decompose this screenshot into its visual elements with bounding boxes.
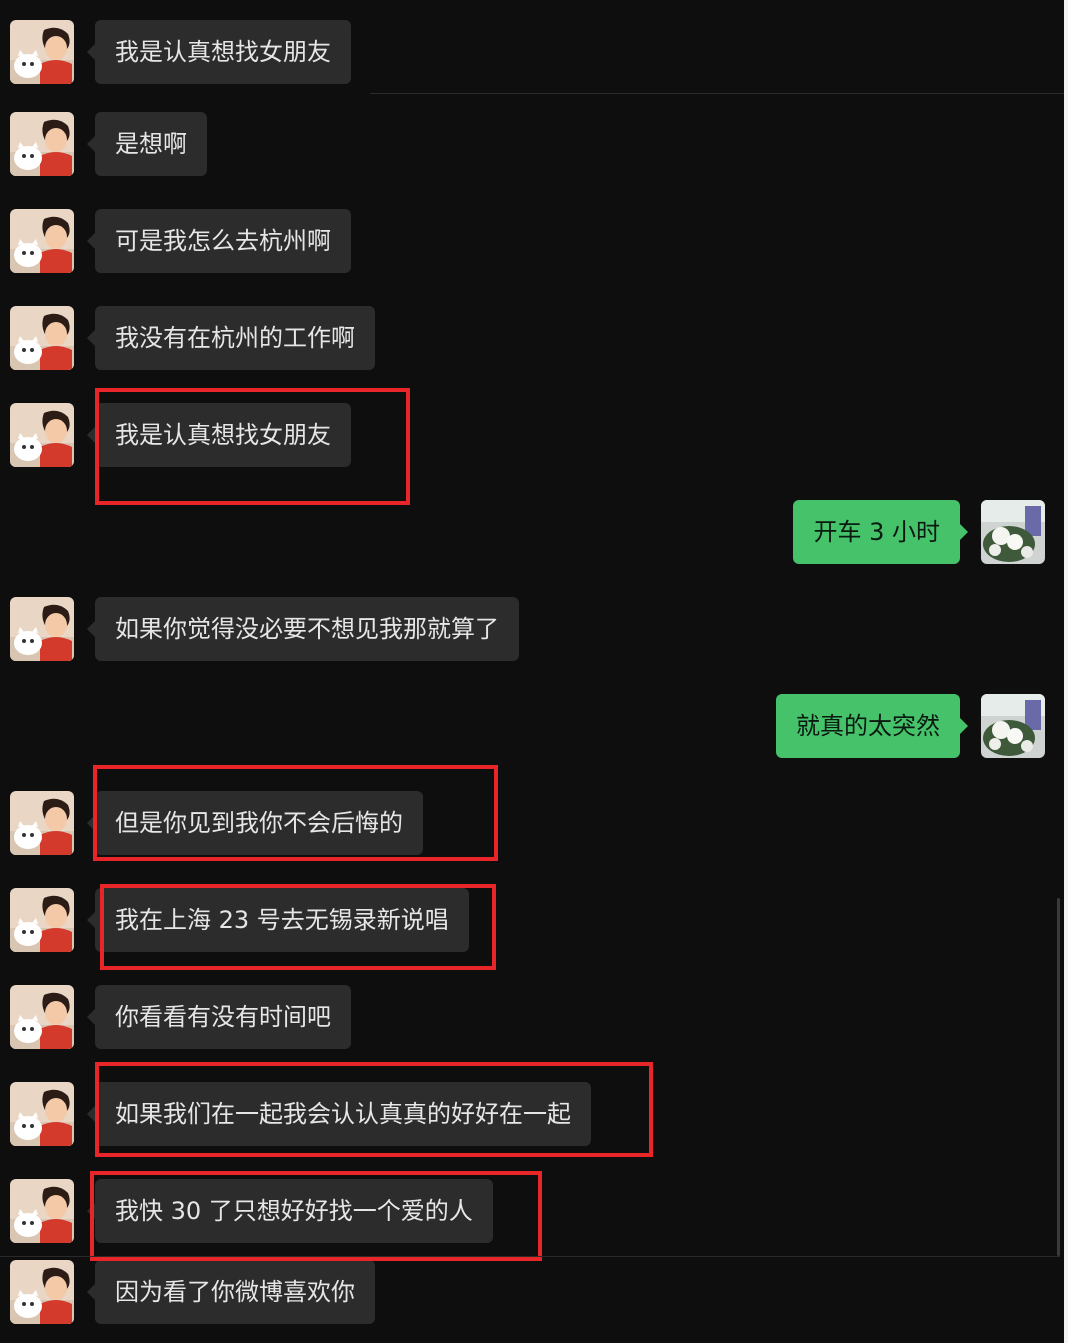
divider [370,93,1064,94]
message-bubble[interactable]: 是想啊 [87,112,207,176]
message-bubble[interactable]: 如果我们在一起我会认认真真的好好在一起 [87,1082,591,1146]
contact-avatar-icon[interactable] [10,403,74,467]
contact-avatar-icon[interactable] [10,209,74,273]
message-bubble[interactable]: 因为看了你微博喜欢你 [87,1260,375,1324]
contact-avatar-icon[interactable] [10,791,74,855]
message-row: 因为看了你微博喜欢你 [0,1260,1068,1326]
contact-avatar-icon[interactable] [10,1082,74,1146]
message-row: 我在上海 23 号去无锡录新说唱 [0,888,1068,954]
message-bubble[interactable]: 我是认真想找女朋友 [87,403,351,467]
divider [0,1256,1060,1257]
message-row: 我是认真想找女朋友 [0,403,1068,469]
message-row: 开车 3 小时 [0,500,1068,566]
page-edge [1064,0,1068,1343]
self-avatar-icon[interactable] [981,694,1045,758]
message-bubble-outgoing[interactable]: 开车 3 小时 [793,500,968,564]
message-row: 如果我们在一起我会认认真真的好好在一起 [0,1082,1068,1148]
contact-avatar-icon[interactable] [10,888,74,952]
message-row: 如果你觉得没必要不想见我那就算了 [0,597,1068,663]
message-bubble[interactable]: 但是你见到我你不会后悔的 [87,791,423,855]
contact-avatar-icon[interactable] [10,112,74,176]
message-row: 就真的太突然 [0,694,1068,760]
message-row: 你看看有没有时间吧 [0,985,1068,1051]
contact-avatar-icon[interactable] [10,985,74,1049]
message-row: 我快 30 了只想好好找一个爱的人 [0,1179,1068,1245]
contact-avatar-icon[interactable] [10,597,74,661]
scrollbar[interactable] [1057,898,1060,1256]
message-row: 可是我怎么去杭州啊 [0,209,1068,275]
message-bubble[interactable]: 我快 30 了只想好好找一个爱的人 [87,1179,493,1243]
message-row: 我是认真想找女朋友 [0,20,1068,86]
message-row: 我没有在杭州的工作啊 [0,306,1068,372]
message-bubble[interactable]: 我是认真想找女朋友 [87,20,351,84]
message-bubble[interactable]: 如果你觉得没必要不想见我那就算了 [87,597,519,661]
message-bubble-outgoing[interactable]: 就真的太突然 [776,694,968,758]
message-row: 是想啊 [0,112,1068,178]
message-bubble[interactable]: 你看看有没有时间吧 [87,985,351,1049]
self-avatar-icon[interactable] [981,500,1045,564]
contact-avatar-icon[interactable] [10,20,74,84]
chat-message-list[interactable]: 我是认真想找女朋友 是想啊 可是我怎么去杭州啊 我没有在杭州的工作啊 我是认真想… [0,0,1068,1343]
message-bubble[interactable]: 可是我怎么去杭州啊 [87,209,351,273]
contact-avatar-icon[interactable] [10,1179,74,1243]
message-bubble[interactable]: 我没有在杭州的工作啊 [87,306,375,370]
contact-avatar-icon[interactable] [10,1260,74,1324]
message-row: 但是你见到我你不会后悔的 [0,791,1068,857]
contact-avatar-icon[interactable] [10,306,74,370]
message-bubble[interactable]: 我在上海 23 号去无锡录新说唱 [87,888,469,952]
